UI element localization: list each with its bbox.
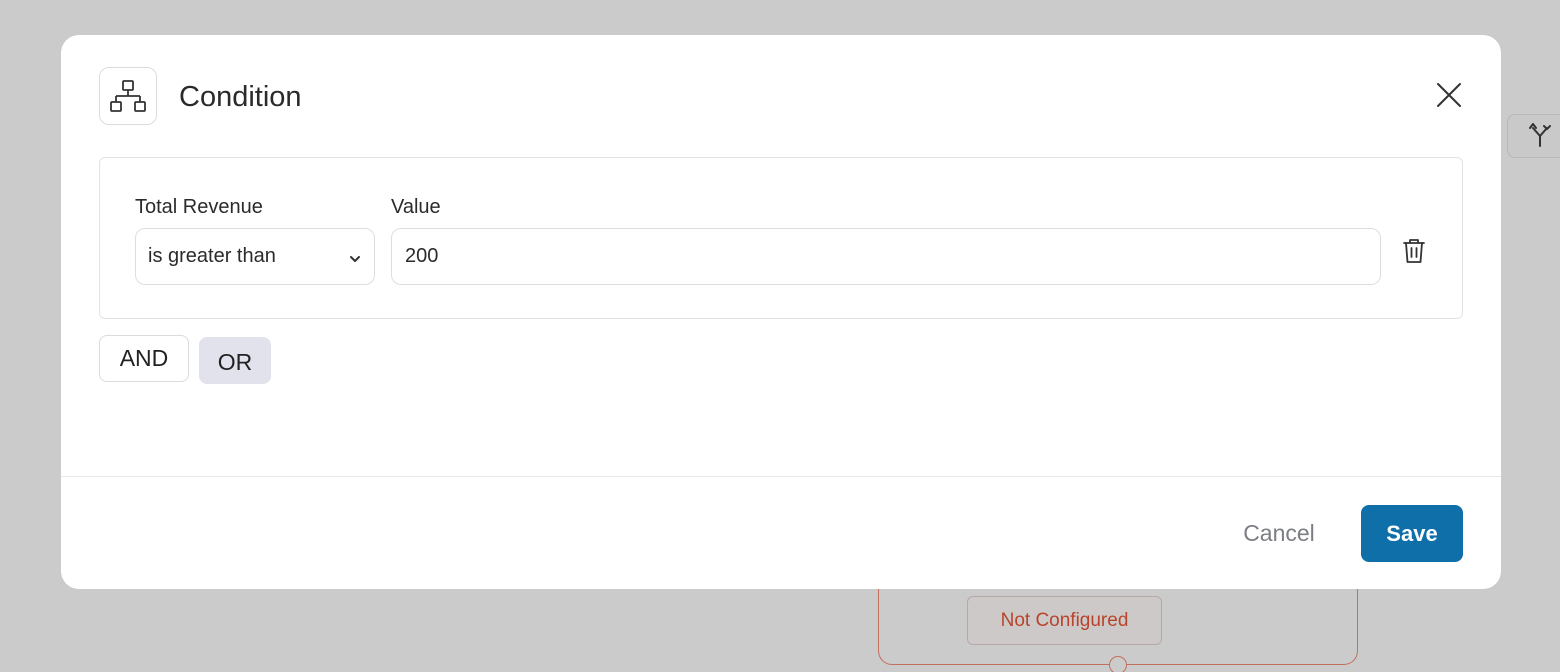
background-workflow-node-button [1507,114,1560,158]
delete-condition-button[interactable] [1401,238,1427,268]
value-input[interactable]: 200 [391,228,1381,285]
condition-row: Total Revenue Value is greater than 200 [99,157,1463,319]
hierarchy-icon [99,67,157,125]
chevron-down-icon [348,249,362,272]
or-button[interactable]: OR [199,337,271,384]
close-button[interactable] [1435,82,1463,113]
field-label: Total Revenue [135,196,263,218]
fork-icon [1526,120,1554,153]
footer-divider [61,476,1501,477]
and-button[interactable]: AND [99,335,189,382]
operator-select[interactable]: is greater than [135,228,375,285]
condition-modal: Condition Total Revenue Value is greater… [61,35,1501,589]
operator-selected-value: is greater than [148,245,276,267]
modal-header: Condition [99,67,1463,125]
save-button[interactable]: Save [1361,505,1463,562]
node-connector-handle [1109,656,1127,672]
close-icon [1436,82,1462,113]
modal-title: Condition [179,81,302,113]
value-label: Value [391,196,441,218]
status-badge: Not Configured [967,596,1162,645]
trash-icon [1402,237,1426,270]
value-input-text: 200 [405,245,439,267]
cancel-button[interactable]: Cancel [1221,505,1337,562]
